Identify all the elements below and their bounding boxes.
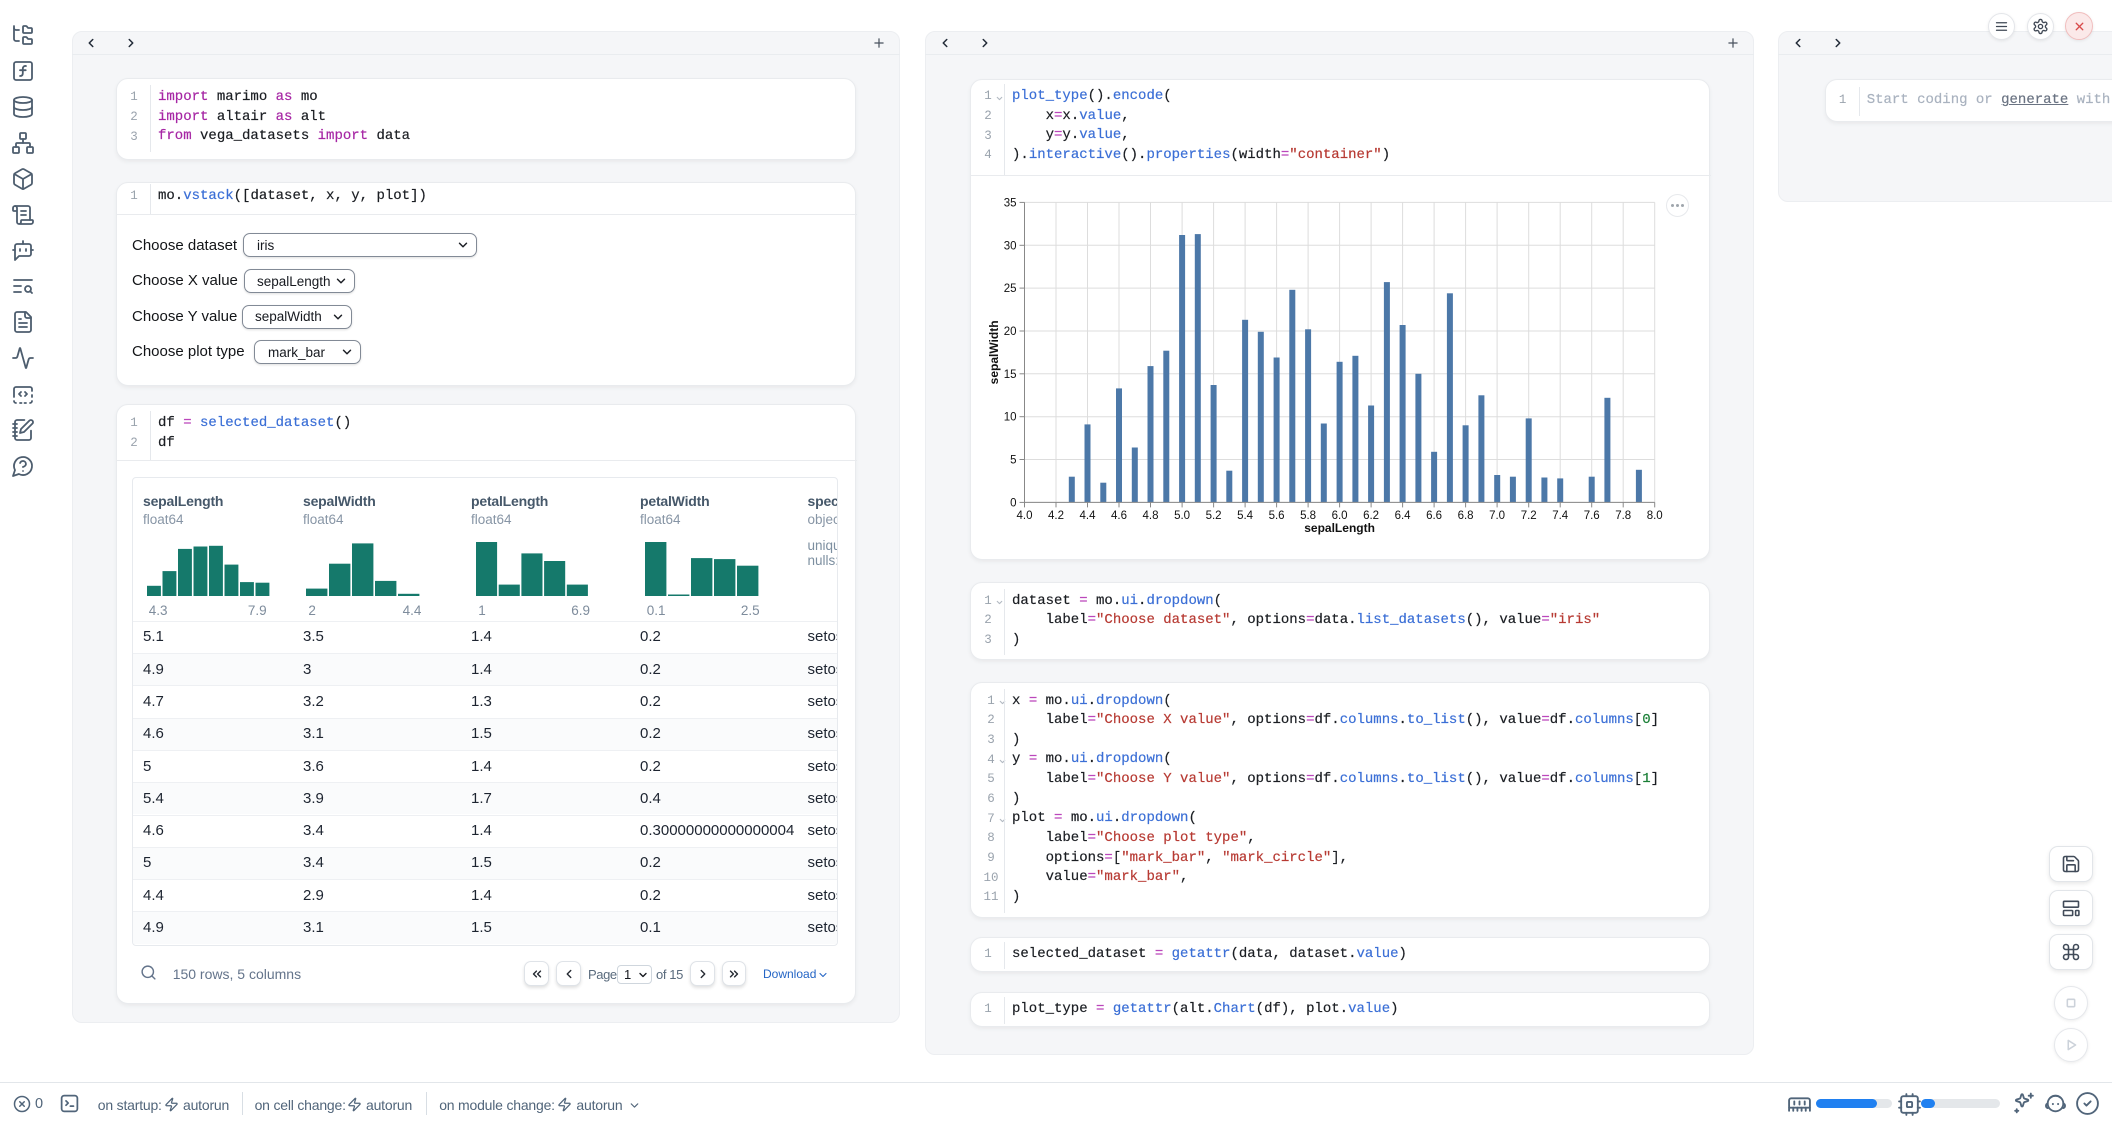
svg-text:7.4: 7.4: [1552, 510, 1569, 522]
svg-text:20: 20: [1004, 326, 1017, 338]
svg-text:sepalLength: sepalLength: [1304, 521, 1375, 535]
svg-text:25: 25: [1004, 283, 1017, 295]
svg-text:6.8: 6.8: [1458, 510, 1474, 522]
svg-text:4.0: 4.0: [1017, 510, 1033, 522]
svg-text:7.0: 7.0: [1489, 510, 1505, 522]
svg-text:4.8: 4.8: [1143, 510, 1159, 522]
svg-text:7.8: 7.8: [1615, 510, 1631, 522]
svg-text:4.2: 4.2: [1048, 510, 1064, 522]
svg-text:6.4: 6.4: [1395, 510, 1412, 522]
svg-text:15: 15: [1004, 369, 1017, 381]
svg-text:0: 0: [1010, 497, 1016, 509]
svg-text:5: 5: [1010, 455, 1016, 467]
svg-text:7.2: 7.2: [1521, 510, 1537, 522]
svg-text:4.4: 4.4: [1080, 510, 1097, 522]
svg-text:5.4: 5.4: [1237, 510, 1254, 522]
svg-text:30: 30: [1004, 240, 1017, 252]
svg-text:7.6: 7.6: [1584, 510, 1600, 522]
svg-text:5.6: 5.6: [1269, 510, 1285, 522]
svg-text:4.6: 4.6: [1111, 510, 1127, 522]
svg-text:10: 10: [1004, 412, 1017, 424]
svg-text:5.2: 5.2: [1206, 510, 1222, 522]
svg-text:8.0: 8.0: [1647, 510, 1663, 522]
svg-text:5.0: 5.0: [1174, 510, 1190, 522]
svg-text:6.6: 6.6: [1426, 510, 1442, 522]
svg-text:sepalWidth: sepalWidth: [987, 320, 1001, 384]
svg-text:35: 35: [1004, 197, 1017, 209]
